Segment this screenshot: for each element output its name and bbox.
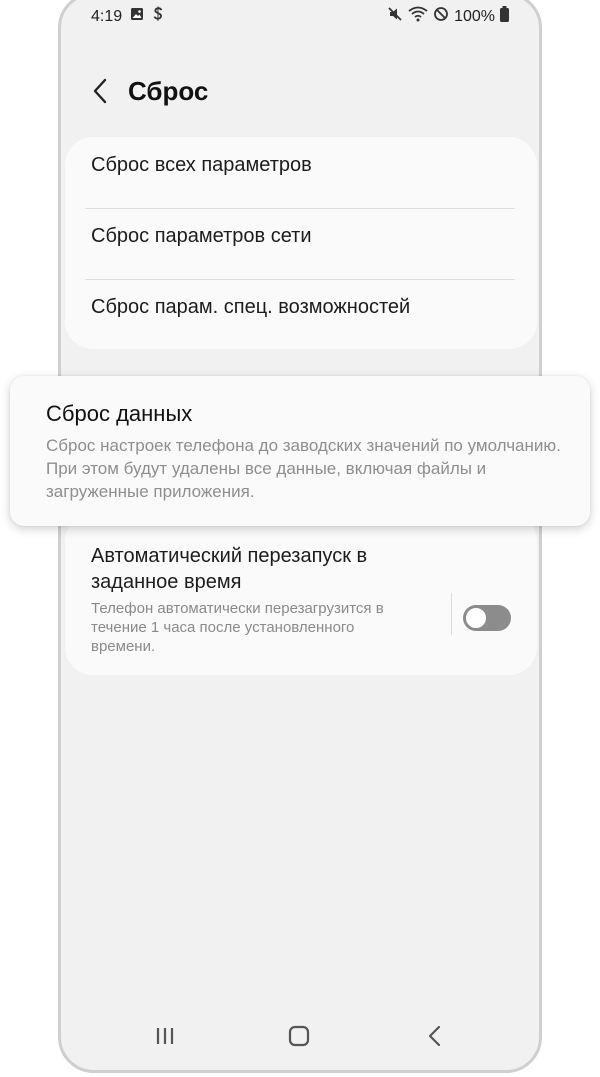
back-icon [428,1025,441,1047]
back-button[interactable] [85,75,117,107]
auto-restart-card[interactable]: Автоматический перезапуск в заданное вре… [65,513,537,675]
factory-reset-title: Сброс данных [46,401,193,426]
factory-reset-description: Сброс настроек телефона до заводских зна… [46,436,561,501]
page-title: Сброс [128,76,209,106]
mute-icon [387,6,403,27]
recent-apps-icon [156,1028,174,1044]
battery-percent: 100% [454,7,495,25]
status-right: 100% [387,6,509,27]
status-left: 4:19 [91,6,164,27]
nav-back-button[interactable] [415,1018,455,1054]
header: Сброс [61,63,539,123]
recent-apps-button[interactable] [145,1018,185,1054]
divider [85,208,515,209]
dnd-icon [433,6,449,27]
status-bar: 4:19 100% [61,3,539,29]
gallery-icon [130,7,144,26]
toggle-knob [464,606,488,630]
home-icon [288,1025,310,1047]
reset-accessibility-settings-item[interactable]: Сброс парам. спец. возможностей [91,296,410,319]
chevron-left-icon [93,78,107,104]
reset-options-card: Сброс всех параметров Сброс параметров с… [65,137,537,349]
s-icon [152,6,164,27]
auto-restart-toggle[interactable] [463,605,511,631]
factory-reset-item[interactable]: Сброс данных Сброс настроек телефона до … [10,376,590,526]
reset-all-settings-item[interactable]: Сброс всех параметров [91,154,312,177]
wifi-icon [408,6,428,27]
status-time: 4:19 [91,7,123,25]
navigation-bar [61,1010,539,1070]
reset-network-settings-item[interactable]: Сброс параметров сети [91,225,312,248]
auto-restart-description: Телефон автоматически перезагрузится в т… [91,600,384,655]
phone-frame: 4:19 100% Сброс Сброс всех параметров Сб… [58,0,542,1073]
vertical-divider [451,593,452,635]
divider [85,279,515,280]
home-button[interactable] [279,1018,319,1054]
battery-icon [500,6,509,27]
auto-restart-title: Автоматический перезапуск в заданное вре… [91,545,368,593]
